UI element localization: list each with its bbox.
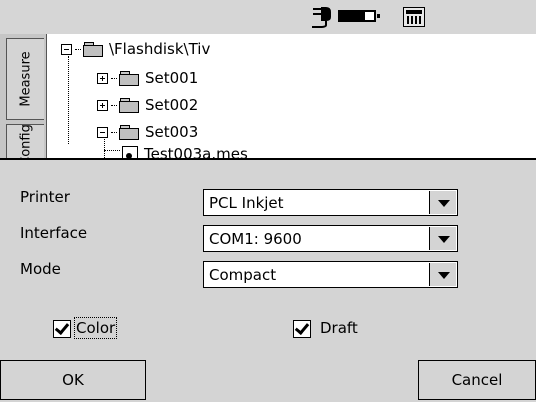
mode-label: Mode: [20, 260, 61, 278]
printer-label: Printer: [20, 188, 70, 206]
tree-node-label: Set003: [145, 123, 199, 141]
folder-icon: [119, 97, 139, 113]
ok-button[interactable]: OK: [0, 360, 146, 400]
tree-node-label: \Flashdisk\Tiv: [109, 40, 211, 58]
folder-icon: [119, 70, 139, 86]
tree-connector: [111, 77, 117, 79]
draft-checkbox-label[interactable]: Draft: [320, 319, 358, 337]
interface-label: Interface: [20, 224, 88, 242]
print-settings-dialog: Printer PCL Inkjet Interface COM1: 9600 …: [0, 158, 536, 402]
battery-icon[interactable]: [338, 10, 380, 22]
keyboard-icon-keys: [407, 16, 421, 24]
tree-node-set002[interactable]: Set002: [97, 94, 198, 116]
mode-select-value: Compact: [209, 266, 277, 284]
tree-node-set001[interactable]: Set001: [97, 67, 198, 89]
battery-level: [340, 12, 365, 20]
tree-node-set003[interactable]: Set003: [97, 121, 198, 143]
folder-icon: [83, 41, 103, 57]
chevron-down-icon[interactable]: [429, 191, 456, 214]
collapse-icon[interactable]: [61, 43, 72, 55]
tree-node-label: Test003a.mes: [144, 145, 248, 158]
tab-measure[interactable]: Measure: [6, 38, 44, 120]
interface-select[interactable]: COM1: 9600: [203, 225, 458, 252]
printer-select[interactable]: PCL Inkjet: [203, 189, 458, 216]
expand-icon[interactable]: [97, 99, 108, 111]
keyboard-icon-header: [406, 10, 422, 14]
draft-checkbox[interactable]: [293, 319, 311, 338]
chevron-down-icon[interactable]: [429, 263, 456, 286]
checkmark-icon: [54, 319, 70, 336]
folder-icon: [119, 124, 139, 140]
tree-node-label: Set001: [145, 69, 199, 87]
vertical-tab-strip: Measure Config: [0, 34, 46, 164]
tree-node-file[interactable]: Test003a.mes: [122, 143, 248, 158]
cancel-button[interactable]: Cancel: [418, 360, 536, 400]
app-screen: Measure Config \Flashdisk\Tiv Set001 Set…: [0, 0, 536, 402]
color-checkbox-label[interactable]: Color: [73, 317, 118, 339]
tab-measure-label: Measure: [18, 51, 33, 107]
status-bar: [0, 0, 536, 35]
power-plug-icon: [312, 7, 331, 28]
expand-icon[interactable]: [97, 72, 108, 84]
chevron-down-icon[interactable]: [429, 227, 456, 250]
checkmark-icon: [294, 319, 310, 336]
file-tree[interactable]: \Flashdisk\Tiv Set001 Set002 Set003 Test…: [46, 34, 536, 158]
collapse-icon[interactable]: [97, 126, 108, 138]
keyboard-icon[interactable]: [403, 7, 425, 27]
mode-select[interactable]: Compact: [203, 261, 458, 288]
tree-connector: [75, 48, 81, 50]
tree-connector: [104, 150, 120, 151]
tree-node-label: Set002: [145, 96, 199, 114]
tree-connector: [68, 56, 69, 144]
tree-connector: [111, 131, 117, 133]
tree-connector: [111, 104, 117, 106]
tree-node-root[interactable]: \Flashdisk\Tiv: [61, 38, 210, 60]
printer-select-value: PCL Inkjet: [209, 194, 284, 212]
color-checkbox[interactable]: [53, 319, 71, 338]
interface-select-value: COM1: 9600: [209, 230, 302, 248]
measurement-file-icon: [122, 146, 138, 158]
battery-terminal: [377, 14, 380, 18]
